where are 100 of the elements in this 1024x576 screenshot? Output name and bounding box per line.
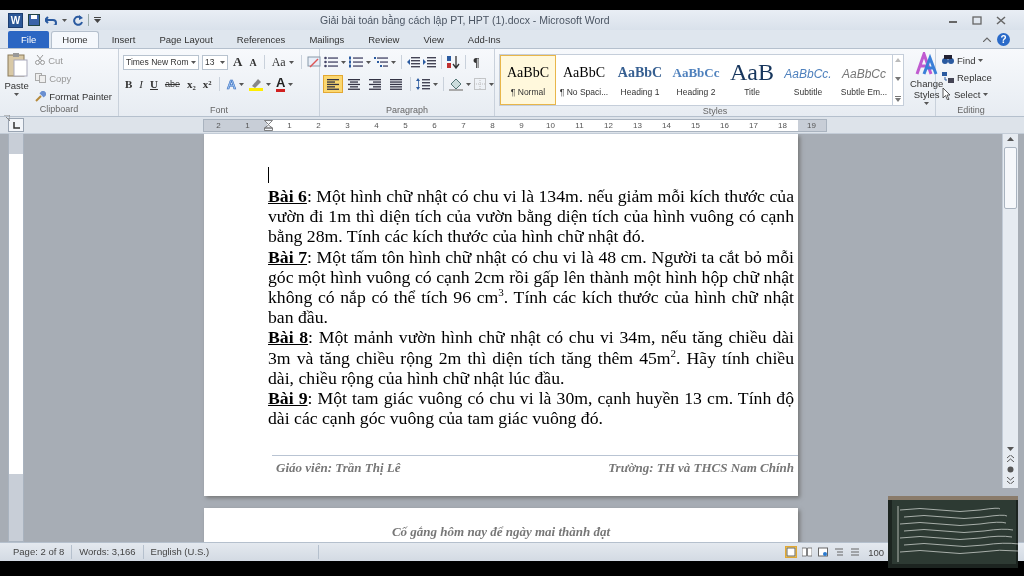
next-page-icon[interactable] — [1007, 477, 1014, 484]
ruler-number: 7 — [460, 119, 467, 131]
reading-layout-icon[interactable] — [802, 547, 813, 557]
show-marks-button[interactable]: ¶ — [471, 54, 482, 70]
help-button[interactable]: ? — [997, 33, 1010, 46]
scroll-thumb[interactable] — [1004, 147, 1017, 209]
zoom-level[interactable]: 100 — [868, 546, 884, 558]
ribbon-tab[interactable]: Page Layout — [148, 31, 224, 48]
dropdown-caret-icon[interactable] — [391, 60, 396, 64]
align-right-icon[interactable] — [366, 76, 384, 92]
ribbon-tab[interactable]: File — [8, 31, 50, 48]
align-left-icon[interactable] — [324, 76, 342, 92]
change-case-button[interactable]: Aa — [269, 54, 296, 70]
dropdown-caret-icon[interactable] — [978, 58, 984, 62]
dropdown-caret-icon[interactable] — [341, 60, 346, 64]
shading-icon[interactable] — [449, 77, 463, 91]
font-color-button[interactable]: A — [274, 76, 296, 92]
decrease-indent-icon[interactable] — [407, 56, 420, 68]
clear-formatting-icon[interactable] — [306, 55, 321, 69]
style-gallery-item[interactable]: AaBbC ¶ Normal — [500, 55, 556, 105]
more-styles-icon[interactable] — [895, 96, 901, 102]
word-count[interactable]: Words: 3,166 — [72, 545, 144, 559]
undo-icon[interactable] — [45, 15, 57, 25]
numbering-icon[interactable] — [349, 56, 363, 68]
copy-icon — [35, 73, 47, 83]
sub-button[interactable]: x₂ — [185, 76, 198, 92]
ribbon-tab[interactable]: References — [225, 31, 297, 48]
sort-icon[interactable] — [447, 55, 460, 69]
cursor-arrow-icon — [942, 88, 951, 100]
style-gallery-item[interactable]: AaBbCc Subtle Em... — [836, 55, 892, 105]
page-count[interactable]: Page: 2 of 8 — [6, 545, 73, 559]
strike-button[interactable]: abe — [162, 76, 182, 92]
vertical-scrollbar[interactable] — [1002, 134, 1018, 488]
dropdown-caret-icon[interactable] — [433, 82, 438, 86]
font-name-field[interactable]: Times New Rom — [123, 54, 199, 70]
scroll-down-icon[interactable] — [1007, 447, 1014, 451]
dropdown-caret-icon[interactable] — [489, 82, 494, 86]
dropdown-caret-icon[interactable] — [266, 82, 271, 86]
style-gallery-item[interactable]: AaB Title — [724, 55, 780, 105]
save-icon[interactable] — [28, 14, 40, 26]
ribbon-tab[interactable]: Home — [51, 31, 99, 48]
italic-button[interactable]: I — [137, 76, 145, 92]
dropdown-caret-icon[interactable] — [220, 60, 225, 64]
style-gallery-item[interactable]: AaBbCc Heading 2 — [668, 55, 724, 105]
style-gallery-item[interactable]: AaBbCc. Subtitle — [780, 55, 836, 105]
print-layout-icon[interactable] — [786, 547, 797, 557]
dropdown-caret-icon[interactable] — [466, 82, 471, 86]
dropdown-caret-icon[interactable] — [924, 102, 930, 105]
scroll-up-icon[interactable] — [1007, 137, 1014, 141]
dropdown-caret-icon[interactable] — [366, 60, 371, 64]
dropdown-caret-icon[interactable] — [14, 93, 20, 96]
align-center-icon[interactable] — [345, 76, 363, 92]
ribbon-tab[interactable]: Mailings — [298, 31, 356, 48]
style-gallery-item[interactable]: AaBbC Heading 1 — [612, 55, 668, 105]
scroll-down-icon[interactable] — [895, 77, 901, 81]
tab-stop-icon — [12, 121, 20, 129]
multilevel-list-icon[interactable] — [374, 56, 388, 68]
language-indicator[interactable]: English (U.S.) — [143, 545, 319, 559]
paste-button[interactable]: Paste — [4, 52, 30, 104]
grow-font-button[interactable]: A — [231, 54, 245, 70]
highlight-icon[interactable] — [249, 77, 263, 91]
ribbon-tab[interactable]: Insert — [100, 31, 147, 48]
dropdown-caret-icon[interactable] — [288, 82, 294, 86]
dropdown-caret-icon[interactable] — [288, 60, 294, 64]
ribbon-tab[interactable]: View — [412, 31, 455, 48]
underline-button[interactable]: U — [148, 76, 160, 92]
dropdown-caret-icon[interactable] — [239, 82, 244, 86]
indent-marker-icon[interactable] — [264, 119, 273, 131]
ruler-number: 1 — [286, 119, 293, 131]
ruler-number: 6 — [431, 119, 438, 131]
dropdown-caret-icon[interactable] — [191, 60, 196, 64]
sup-button[interactable]: x² — [200, 76, 214, 92]
web-layout-icon[interactable] — [818, 547, 829, 557]
format-painter-button[interactable]: Format Painter — [33, 88, 114, 104]
dropdown-caret-icon[interactable] — [62, 18, 67, 22]
increase-indent-icon[interactable] — [423, 56, 436, 68]
customize-caret-icon[interactable] — [94, 17, 101, 23]
ruler-number: 12 — [603, 119, 614, 131]
previous-page-icon[interactable] — [1007, 455, 1014, 462]
dialog-launcher-icon[interactable] — [4, 115, 10, 121]
style-gallery-item[interactable]: AaBbC ¶ No Spaci... — [556, 55, 612, 105]
binoculars-icon — [942, 55, 954, 65]
close-icon[interactable] — [996, 15, 1006, 25]
collapse-ribbon-icon[interactable] — [983, 37, 991, 42]
window-title: Giải bài toán bằng cách lập PT, HPT (1).docx - Microsoft Word — [320, 14, 610, 26]
maximize-icon[interactable] — [972, 15, 982, 25]
ribbon-tab[interactable]: Review — [357, 31, 411, 48]
line-spacing-icon[interactable] — [416, 78, 430, 90]
shrink-font-button[interactable]: A — [247, 54, 259, 70]
font-size-field[interactable]: 13 — [202, 54, 228, 70]
browse-object-icon[interactable] — [1007, 466, 1014, 473]
dropdown-caret-icon[interactable] — [983, 92, 989, 96]
bold-button[interactable]: B — [123, 76, 135, 92]
word-logo[interactable]: W — [8, 12, 23, 28]
align-justify-icon[interactable] — [387, 76, 405, 92]
tab-selector[interactable] — [8, 118, 24, 132]
redo-icon[interactable] — [72, 14, 83, 26]
ribbon-tab[interactable]: Add-Ins — [456, 31, 512, 48]
text-cursor — [268, 167, 269, 183]
bullets-icon[interactable] — [324, 56, 338, 68]
